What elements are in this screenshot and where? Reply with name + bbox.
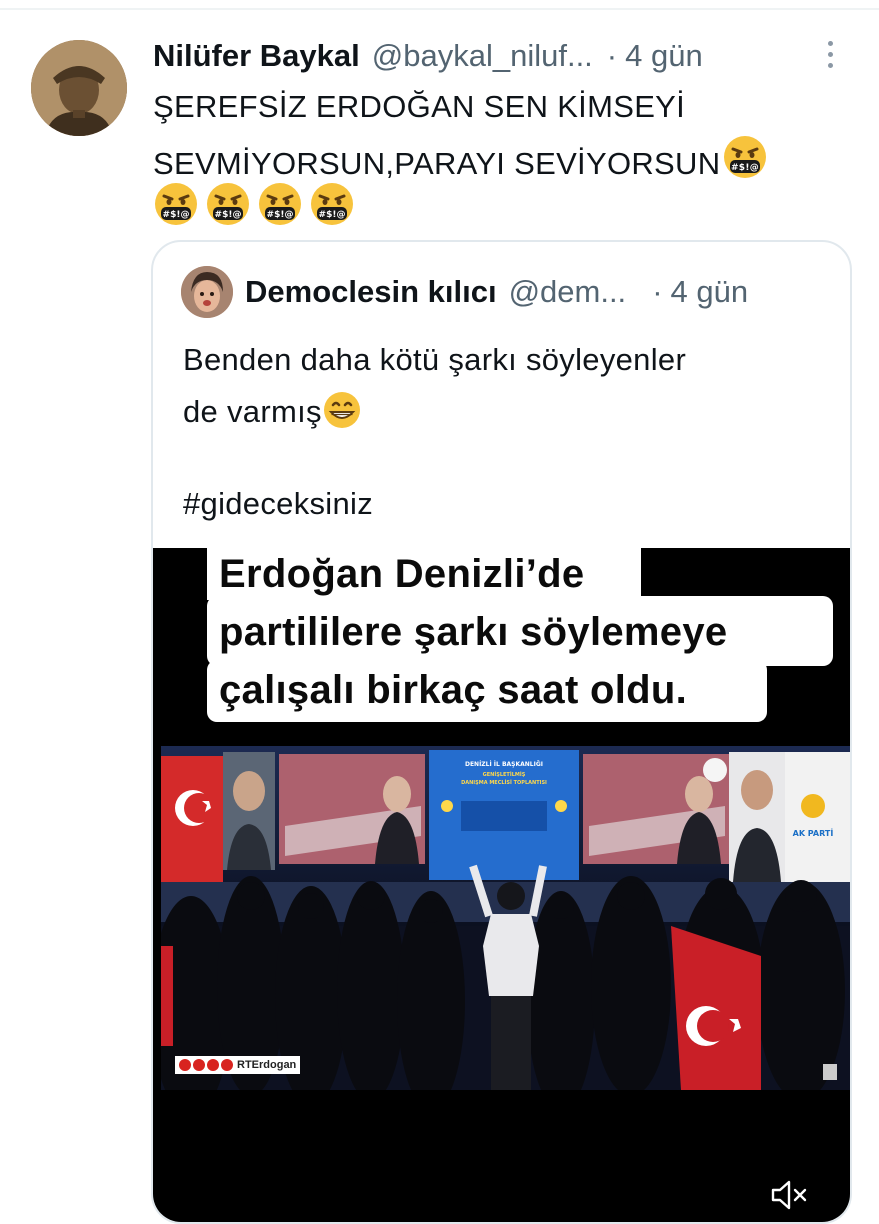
svg-text:DANIŞMA MECLİSİ TOPLANTISI: DANIŞMA MECLİSİ TOPLANTISI [461,779,547,786]
quoted-text: Benden daha kötü şarkı söyleyenler de va… [183,334,823,438]
tweet-text-line-2: SEVMİYORSUN,PARAYI SEVİYORSUN [153,146,721,181]
quoted-text-line-1: Benden daha kötü şarkı söyleyenler [183,342,687,377]
quoted-author-handle[interactable]: @dem... [509,274,627,310]
quoted-author-name[interactable]: Democlesin kılıcı [245,274,497,310]
tweet-header: Nilüfer Baykal @baykal_niluf... · 4 gün [153,34,843,78]
quoted-text-line-2: de varmış [183,394,322,429]
watermark-text: RTErdogan [237,1059,297,1071]
author-handle[interactable]: @baykal_niluf... [372,38,593,74]
svg-text:#$!@: #$!@ [163,210,190,220]
video-caption-line-1: Erdoğan Denizli’de [219,552,585,596]
svg-text:#$!@: #$!@ [731,163,759,173]
emoji-row: #$!@ #$!@ #$!@ #$!@ [153,181,355,227]
video-caption-line-3: çalışalı birkaç saat oldu. [219,668,688,712]
author-name[interactable]: Nilüfer Baykal [153,38,360,74]
quoted-text-line-2-wrap: de varmış [183,386,823,438]
volume-muted-icon[interactable] [770,1178,810,1212]
cursing-face-emoji: #$!@ [207,183,249,225]
cursing-face-emoji: #$!@ [259,183,301,225]
top-divider [0,8,879,10]
svg-text:AK PARTİ: AK PARTİ [793,828,834,838]
svg-text:DENİZLİ İL BAŞKANLIĞI: DENİZLİ İL BAŞKANLIĞI [465,761,543,768]
svg-text:#$!@: #$!@ [319,210,346,220]
quoted-header: Democlesin kılıcı @dem... · 4 gün [245,270,845,314]
separator-dot: · [606,38,618,73]
svg-text:GENİŞLETİLMİŞ: GENİŞLETİLMİŞ [483,771,526,778]
rally-scene-image: DENİZLİ İL BAŞKANLIĞI GENİŞLETİLMİŞ DANI… [161,746,850,1090]
svg-text:#$!@: #$!@ [267,210,294,220]
more-options-icon[interactable] [820,38,840,72]
cursing-face-emoji: #$!@ [311,183,353,225]
video-caption-line-2: partililere şarkı söylemeye [219,610,728,654]
grinning-face-emoji [323,392,360,428]
cursing-face-emoji: #$!@ [722,134,768,180]
author-avatar[interactable] [31,40,127,136]
quoted-author-avatar[interactable] [181,266,233,318]
quoted-hashtag[interactable]: #gideceksiniz [183,478,373,530]
quoted-separator-dot: · [652,274,663,309]
quoted-time[interactable]: 4 gün [671,274,749,310]
channel-logo-icon [823,1064,837,1080]
cursing-face-emoji: #$!@ [155,183,197,225]
tweet-time[interactable]: 4 gün [625,38,703,74]
rte-watermark: RTErdogan [175,1056,301,1074]
quoted-tweet-card[interactable]: Democlesin kılıcı @dem... · 4 gün Benden… [151,240,852,1224]
video-player[interactable]: Erdoğan Denizli’de partililere şarkı söy… [153,548,850,1222]
tweet-text-line-1: ŞEREFSİZ ERDOĞAN SEN KİMSEYİ [153,89,686,124]
svg-text:#$!@: #$!@ [215,210,242,220]
tweet-text: ŞEREFSİZ ERDOĞAN SEN KİMSEYİ SEVMİYORSUN… [153,80,853,191]
